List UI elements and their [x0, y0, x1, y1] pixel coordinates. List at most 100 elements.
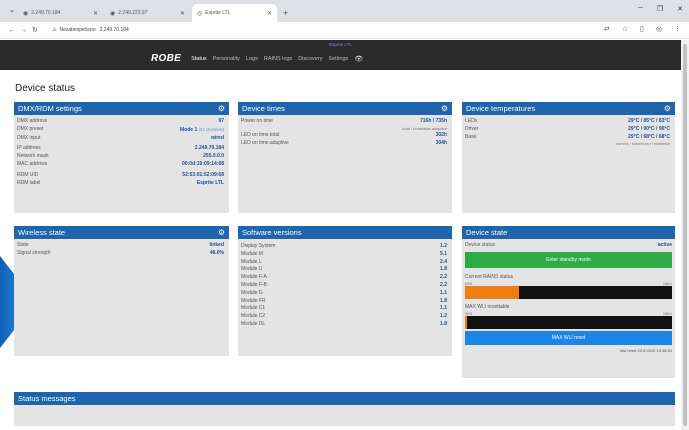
- reload-icon[interactable]: ↻: [32, 26, 44, 34]
- info-row: MAC address 00:0d:19:09:14:68: [17, 161, 224, 169]
- scrollbar-thumb[interactable]: [683, 44, 687, 426]
- info-row: LED on time total 302h: [241, 132, 447, 140]
- device-name: Esprite LTL: [329, 42, 352, 47]
- info-row: Module DL 1.8: [241, 321, 447, 329]
- status-messages-panel: Status messages: [14, 392, 675, 426]
- info-row: Signal strength 48.0%: [17, 250, 224, 258]
- gear-icon[interactable]: ⚙: [218, 226, 225, 239]
- info-row: State linked: [17, 242, 224, 250]
- row-label: DMX address: [17, 118, 48, 124]
- info-row: Module M 5.1: [241, 251, 447, 259]
- row-value: 97: [218, 118, 224, 124]
- row-label: DMX input: [17, 134, 41, 141]
- menu-personality[interactable]: Personality: [213, 56, 240, 62]
- info-row: DMX input wired: [17, 135, 224, 143]
- row-value: Esprite LTL: [196, 179, 224, 186]
- menu-logs[interactable]: Logs: [246, 56, 258, 62]
- new-tab-icon[interactable]: +: [283, 4, 288, 22]
- wli-fill: [465, 315, 468, 329]
- panel-header: Wireless state ⚙: [14, 226, 229, 239]
- wli-bar: [465, 315, 672, 329]
- row-value: 29°C / 85°C / 83°C: [628, 118, 670, 124]
- star-icon[interactable]: ☆: [622, 25, 628, 33]
- info-row: RDM UID 52:53:01:52:09:68: [17, 172, 224, 180]
- sidebar-icon[interactable]: ▯: [640, 25, 644, 33]
- wli-label: MAX WLI resettable: [465, 303, 510, 310]
- eye-icon[interactable]: 👁: [354, 55, 363, 63]
- tab-title: 2.249.70.184: [31, 10, 61, 16]
- menu-rains-logs[interactable]: RAINS logs: [264, 56, 292, 62]
- device-times-panel: Device times ⚙ Power on time 716h / 735h …: [238, 102, 452, 213]
- profile-icon[interactable]: ◎: [656, 25, 662, 33]
- menu-discovery[interactable]: Discovery: [298, 56, 322, 62]
- software-versions-panel: Software versions Display System 1.2 Modu…: [238, 226, 452, 356]
- panel-header: Device temperatures ⚙: [462, 102, 675, 115]
- minimize-icon[interactable]: ─: [638, 5, 643, 13]
- panel-title: Device state: [466, 228, 508, 237]
- page-icon: ◎: [197, 10, 203, 17]
- restore-icon[interactable]: ❐: [657, 5, 663, 13]
- app-header: Esprite LTL ROBE Status Personality Logs…: [0, 40, 681, 70]
- row-value: 304h: [435, 139, 447, 146]
- panel-title: Device times: [242, 104, 285, 113]
- address-bar: ← → ↻ ⚠ Nezabezpečeno 2.249.70.184 ⇄ ☆ ▯…: [0, 22, 689, 39]
- panel-header: Status messages: [14, 392, 675, 405]
- row-value: wired: [210, 134, 224, 141]
- close-tab-icon[interactable]: ✕: [93, 10, 98, 17]
- more-menu-icon[interactable]: ⋮: [674, 25, 681, 33]
- browser-tab-strip: ⌄ ◉ 2.249.70.184 ✕ ◉ 2.249.223.97 ✕ ◎ Es…: [0, 0, 689, 22]
- info-row: LED on time adaptive 304h: [241, 140, 447, 148]
- row-label: DMX preset: [17, 125, 44, 132]
- row-value: 2.249.70.184: [194, 145, 224, 152]
- info-row: Module C1 1.1: [241, 305, 447, 313]
- forward-icon[interactable]: →: [20, 27, 32, 34]
- panel-title: DMX/RDM settings: [18, 104, 82, 113]
- page-icon: ◉: [110, 10, 116, 17]
- tab-list-icon[interactable]: ⌄: [6, 0, 18, 22]
- close-tab-icon[interactable]: ✕: [267, 10, 272, 17]
- back-icon[interactable]: ←: [8, 27, 20, 34]
- toolbar-icons: ⇄ ☆ ▯ ◎ ⋮: [604, 25, 681, 33]
- row-value: 2.2: [440, 281, 447, 288]
- panel-header: Device times ⚙: [238, 102, 452, 115]
- row-label: Module G: [241, 289, 263, 296]
- row-value: 1.1: [440, 289, 447, 296]
- info-row: Module C2 1.2: [241, 313, 447, 321]
- row-label: RDM label: [17, 179, 41, 186]
- gear-icon[interactable]: ⚙: [441, 102, 448, 115]
- rains-status-bar: [465, 285, 672, 299]
- gear-icon[interactable]: ⚙: [664, 102, 671, 115]
- browser-tab[interactable]: ◉ 2.249.223.97 ✕: [105, 4, 190, 22]
- translate-icon[interactable]: ⇄: [604, 25, 610, 33]
- info-row: DMX preset Mode 1 (52 channels): [17, 126, 224, 135]
- row-label: Module F-A: [241, 274, 267, 281]
- row-value: 2.4: [440, 258, 447, 265]
- url-field[interactable]: ⚠ Nezabezpečeno 2.249.70.184: [52, 27, 129, 33]
- info-row: Module FR 1.8: [241, 298, 447, 306]
- close-tab-icon[interactable]: ✕: [180, 10, 185, 17]
- info-row: IP address 2.249.70.184: [17, 145, 224, 153]
- gear-icon[interactable]: ⚙: [218, 102, 225, 115]
- max-wli-reset-button[interactable]: MAX WLI reset: [465, 330, 672, 345]
- row-label: MAC address: [17, 160, 48, 167]
- main-menu: ROBE Status Personality Logs RAINS logs …: [151, 53, 363, 64]
- row-value: 716h / 735h: [420, 118, 447, 124]
- panel-title: Software versions: [242, 228, 302, 237]
- row-label: Module M: [241, 250, 263, 257]
- url-text: 2.249.70.184: [99, 27, 129, 33]
- info-row: Network mask 255.0.0.0: [17, 153, 224, 161]
- row-label: Module F-B: [241, 281, 267, 288]
- panel-title: Status messages: [18, 394, 76, 403]
- row-label: State: [17, 242, 29, 248]
- row-label: Module L: [241, 258, 262, 265]
- close-window-icon[interactable]: ✕: [677, 5, 683, 13]
- row-value: 52:53:01:52:09:68: [182, 171, 224, 178]
- dmx-rdm-panel: DMX/RDM settings ⚙ DMX address 97 DMX pre…: [14, 102, 229, 213]
- menu-settings[interactable]: Settings: [328, 56, 348, 62]
- menu-status[interactable]: Status: [191, 56, 207, 62]
- scrollbar[interactable]: [681, 40, 689, 430]
- warning-icon[interactable]: ⚠: [52, 27, 56, 33]
- browser-tab[interactable]: ◉ 2.249.70.184 ✕: [18, 4, 103, 22]
- browser-tab-active[interactable]: ◎ Esprite LTL ✕: [192, 4, 277, 22]
- enter-standby-button[interactable]: Enter standby mode: [465, 251, 672, 268]
